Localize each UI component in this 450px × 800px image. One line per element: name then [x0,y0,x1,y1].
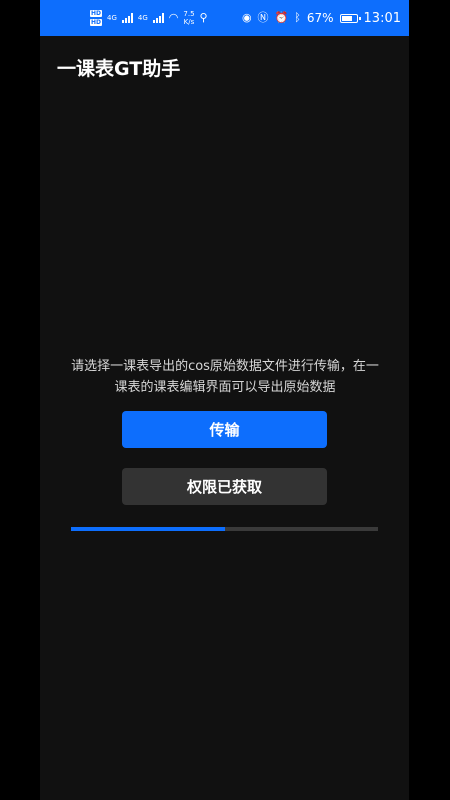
usb-icon: ⚲ [199,11,208,24]
speed-unit: K/s [183,18,195,26]
clock: 13:01 [363,10,401,26]
status-right: ◉ Ⓝ ⏰ ᛒ 67% 13:01 [242,11,401,26]
signal-icon-2 [152,13,164,23]
hd-badge-top: HD [90,10,103,17]
battery-percent: 67% [306,11,334,25]
page-title: 一课表GT助手 [57,58,181,80]
progress-bar [71,527,378,531]
instruction-text: 请选择一课表导出的cos原始数据文件进行传输，在一课表的课表编辑界面可以导出原始… [71,359,379,395]
alarm-icon: ⏰ [274,11,289,24]
network-speed: 7.5 K/s [183,10,194,26]
progress-fill [71,527,225,531]
signal-icon [121,13,133,23]
app-screen: HD HD 4G 4G ◠ 7.5 K/s ⚲ ◉ Ⓝ ⏰ ᛒ 67% 13:0… [40,0,409,800]
status-bar: HD HD 4G 4G ◠ 7.5 K/s ⚲ ◉ Ⓝ ⏰ ᛒ 67% 13:0… [40,0,409,36]
network-type-label-2: 4G [137,13,148,22]
status-left: HD HD 4G 4G ◠ 7.5 K/s ⚲ [90,10,208,26]
permission-button[interactable]: 权限已获取 [122,468,327,505]
battery-level [341,15,353,21]
sim-indicators: HD HD [90,10,103,26]
wifi-icon: ◠ [168,11,179,24]
bluetooth-icon: ᛒ [294,11,301,24]
battery-icon [339,13,361,23]
network-type-label: 4G [107,13,117,22]
transfer-button[interactable]: 传输 [122,411,327,448]
hd-badge-bottom: HD [90,19,103,26]
nfc-icon: Ⓝ [257,11,269,24]
eye-icon: ◉ [241,11,252,24]
speed-value: 7.5 [183,10,195,18]
